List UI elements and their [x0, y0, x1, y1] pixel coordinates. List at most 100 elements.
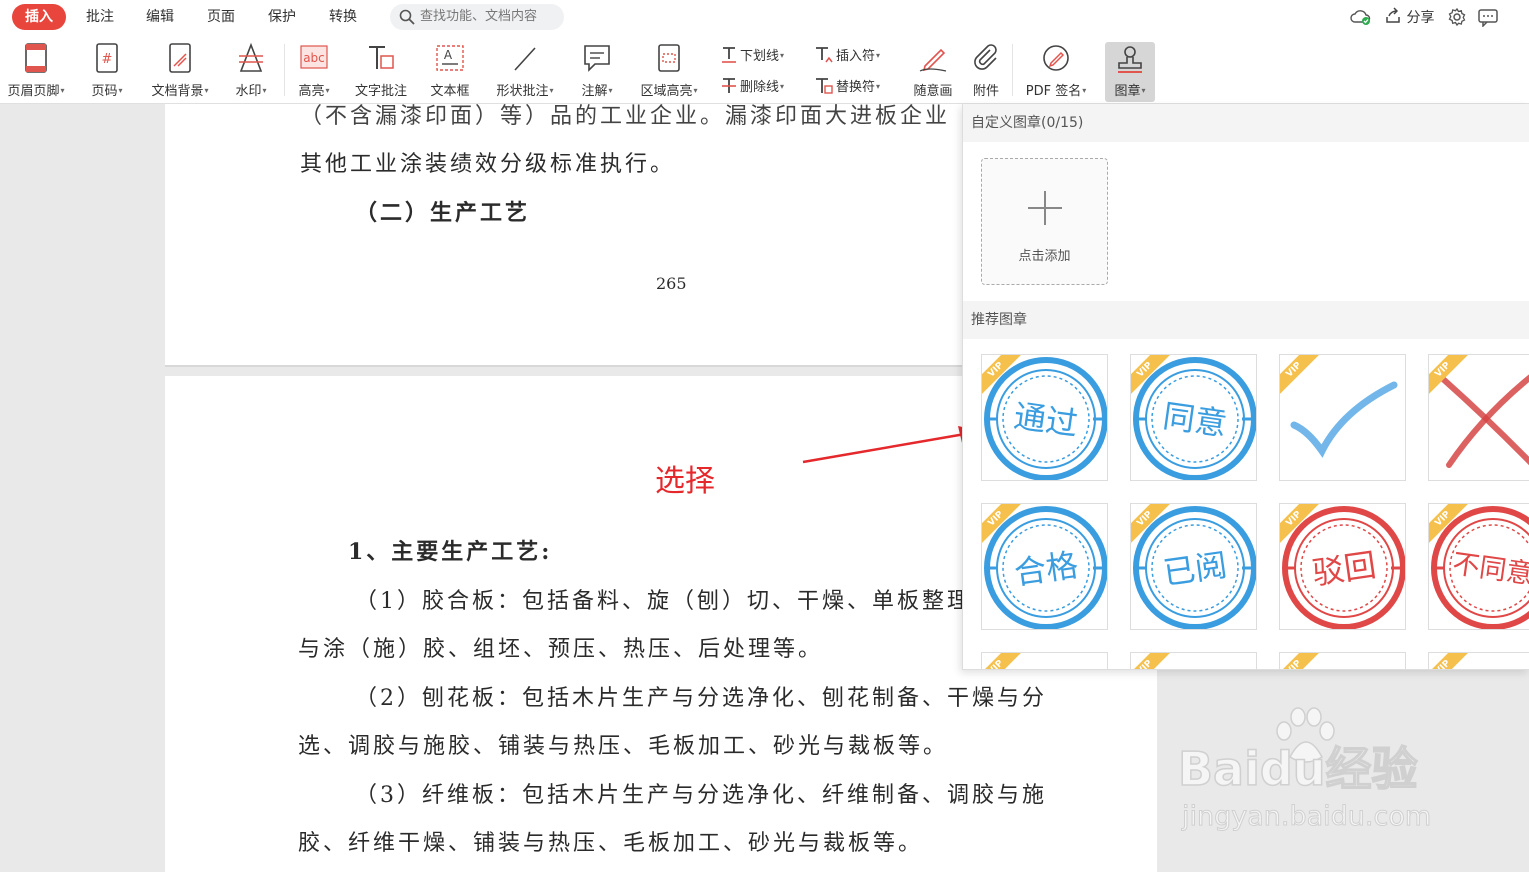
- tab-comment[interactable]: 批注: [78, 4, 122, 30]
- page-number-icon: #: [96, 43, 118, 73]
- stamp-tile-yiyue[interactable]: 已阅 VIP: [1130, 503, 1257, 630]
- menu-bar: 插入 批注 编辑 页面 保护 转换 查找功能、文档内容 分享: [0, 0, 1529, 34]
- stamp-tile-hege[interactable]: 合格 VIP: [981, 503, 1108, 630]
- insert-mark-icon: [816, 47, 833, 63]
- textbox-label: 文本框: [430, 84, 470, 99]
- stamp-tile-partial[interactable]: VIP: [981, 652, 1108, 669]
- shape-comment-button[interactable]: 形状批注▾: [486, 40, 564, 100]
- text-comment-label: 文字批注: [354, 84, 407, 99]
- vip-badge: VIP: [1280, 653, 1321, 669]
- watermark-button[interactable]: 水印▾: [226, 40, 276, 100]
- area-highlight-button[interactable]: 区域高亮▾: [630, 40, 708, 100]
- pencil-icon: [919, 48, 947, 72]
- stamp-tile-partial[interactable]: VIP: [1279, 652, 1406, 669]
- watermark-url: jingyan.baidu.com: [1181, 801, 1432, 833]
- doc-background-button[interactable]: 文档背景▾: [142, 40, 218, 100]
- feedback-icon[interactable]: [1477, 7, 1499, 27]
- attachment-button[interactable]: 附件: [964, 40, 1008, 100]
- textbox-icon: A: [436, 45, 464, 71]
- paperclip-icon: [974, 44, 997, 70]
- watermark-brand: Baidu经验: [1177, 741, 1418, 797]
- add-stamp-button[interactable]: 点击添加: [981, 158, 1108, 285]
- tab-edit[interactable]: 编辑: [138, 4, 182, 30]
- page-text-line: （1）胶合板：包括备料、旋（刨）切、干燥、单板整理: [355, 589, 972, 614]
- replace-mark-icon: [816, 78, 833, 94]
- custom-stamp-header: 自定义图章(0/15): [963, 104, 1529, 142]
- insert-mark-label: 插入符: [836, 49, 876, 64]
- freehand-draw-button[interactable]: 随意画: [906, 40, 960, 100]
- page-text-line: （2）刨花板：包括木片生产与分选净化、刨花制备、干燥与分: [355, 686, 1047, 711]
- strikethrough-icon: [722, 78, 736, 93]
- share-label: 分享: [1406, 10, 1435, 26]
- stamp-text: 驳回: [1310, 546, 1379, 593]
- stamp-tile-partial[interactable]: VIP: [1428, 652, 1529, 669]
- svg-text:A: A: [444, 48, 453, 62]
- search-placeholder: 查找功能、文档内容: [420, 9, 538, 24]
- stamp-tile-butongyi[interactable]: 不同意 VIP: [1428, 503, 1529, 630]
- vip-badge: VIP: [1131, 653, 1172, 669]
- stamp-panel: 自定义图章(0/15) 点击添加 推荐图章 通过 VIP 同意 VIP VIP: [962, 104, 1529, 670]
- page-number: 265: [656, 274, 687, 293]
- add-stamp-label: 点击添加: [1018, 249, 1071, 264]
- doc-background-label: 文档背景: [151, 84, 204, 99]
- stamp-text: 同意: [1161, 397, 1230, 444]
- textbox-button[interactable]: A 文本框: [424, 40, 476, 100]
- gear-icon[interactable]: [1447, 7, 1467, 27]
- stamp-button[interactable]: 图章▾: [1105, 42, 1155, 102]
- note-label: 注解: [581, 84, 608, 99]
- pdf-sign-label: PDF 签名: [1025, 84, 1082, 99]
- stamp-tile-tongyi[interactable]: 同意 VIP: [1130, 354, 1257, 481]
- stamp-tile-tongguo[interactable]: 通过 VIP: [981, 354, 1108, 481]
- page-text-line: （3）纤维板：包括木片生产与分选净化、纤维制备、调胶与施: [355, 783, 1047, 808]
- highlight-label: 高亮: [298, 84, 325, 99]
- watermark-icon: [239, 42, 263, 72]
- stamp-tile-cross[interactable]: VIP: [1428, 354, 1529, 481]
- pdf-sign-button[interactable]: PDF 签名▾: [1016, 40, 1096, 100]
- share-icon: [1386, 7, 1400, 23]
- vip-badge: VIP: [1429, 653, 1470, 669]
- share-button[interactable]: 分享: [1384, 7, 1440, 27]
- page-text-line: 与涂（施）胶、组坯、预压、热压、后处理等。: [298, 637, 824, 662]
- stamp-tile-bohui[interactable]: 驳回 VIP: [1279, 503, 1406, 630]
- svg-text:abc: abc: [303, 51, 325, 65]
- doc-background-icon: [169, 43, 191, 73]
- baidu-watermark: Baidu经验 jingyan.baidu.com: [1170, 705, 1470, 845]
- cloud-sync-icon[interactable]: [1350, 7, 1372, 27]
- freehand-draw-label: 随意画: [913, 84, 953, 99]
- area-highlight-label: 区域高亮: [640, 84, 693, 99]
- area-highlight-icon: [658, 44, 680, 72]
- stamp-icon: [1118, 46, 1142, 73]
- text-comment-button[interactable]: 文字批注: [346, 40, 416, 100]
- ribbon-toolbar: 页眉页脚▾ # 页码▾ 文档背景▾ 水印▾ abc 高亮▾ 文字批注 A 文本框…: [0, 34, 1529, 104]
- strikethrough-button[interactable]: 删除线▾: [720, 75, 784, 99]
- header-footer-button[interactable]: 页眉页脚▾: [0, 40, 72, 100]
- annotation-arrow: [802, 426, 981, 464]
- tab-convert[interactable]: 转换: [321, 4, 365, 30]
- watermark-label: 水印: [235, 84, 262, 99]
- tab-insert[interactable]: 插入: [12, 4, 66, 30]
- stamp-tile-partial[interactable]: VIP: [1130, 652, 1257, 669]
- line-shape-icon: [514, 47, 536, 71]
- header-footer-icon: [25, 43, 47, 73]
- underline-button[interactable]: 下划线▾: [720, 44, 784, 68]
- underline-label: 下划线: [740, 49, 780, 64]
- page-number-button[interactable]: # 页码▾: [82, 40, 132, 100]
- stamp-text: 已阅: [1161, 546, 1230, 593]
- note-button[interactable]: 注解▾: [572, 40, 622, 100]
- stamp-tile-checkmark[interactable]: VIP: [1279, 354, 1406, 481]
- highlight-button[interactable]: abc 高亮▾: [290, 40, 338, 100]
- highlight-icon: abc: [300, 45, 328, 69]
- search-box[interactable]: 查找功能、文档内容: [390, 4, 564, 30]
- stamp-text: 不同意: [1451, 548, 1529, 590]
- replace-mark-button[interactable]: 替换符▾: [814, 75, 880, 99]
- page-text-line: 胶、纤维干燥、铺装与热压、毛板加工、砂光与裁板等。: [298, 831, 924, 856]
- plus-icon: [1028, 191, 1062, 225]
- tab-page[interactable]: 页面: [199, 4, 243, 30]
- stamp-text: 合格: [1012, 546, 1081, 593]
- ribbon-divider: [284, 44, 285, 96]
- insert-mark-button[interactable]: 插入符▾: [814, 44, 880, 68]
- tab-protect[interactable]: 保护: [260, 4, 304, 30]
- ribbon-divider: [1012, 44, 1013, 96]
- page-text-line: 其他工业涂装绩效分级标准执行。: [300, 152, 676, 177]
- header-footer-label: 页眉页脚: [7, 84, 60, 99]
